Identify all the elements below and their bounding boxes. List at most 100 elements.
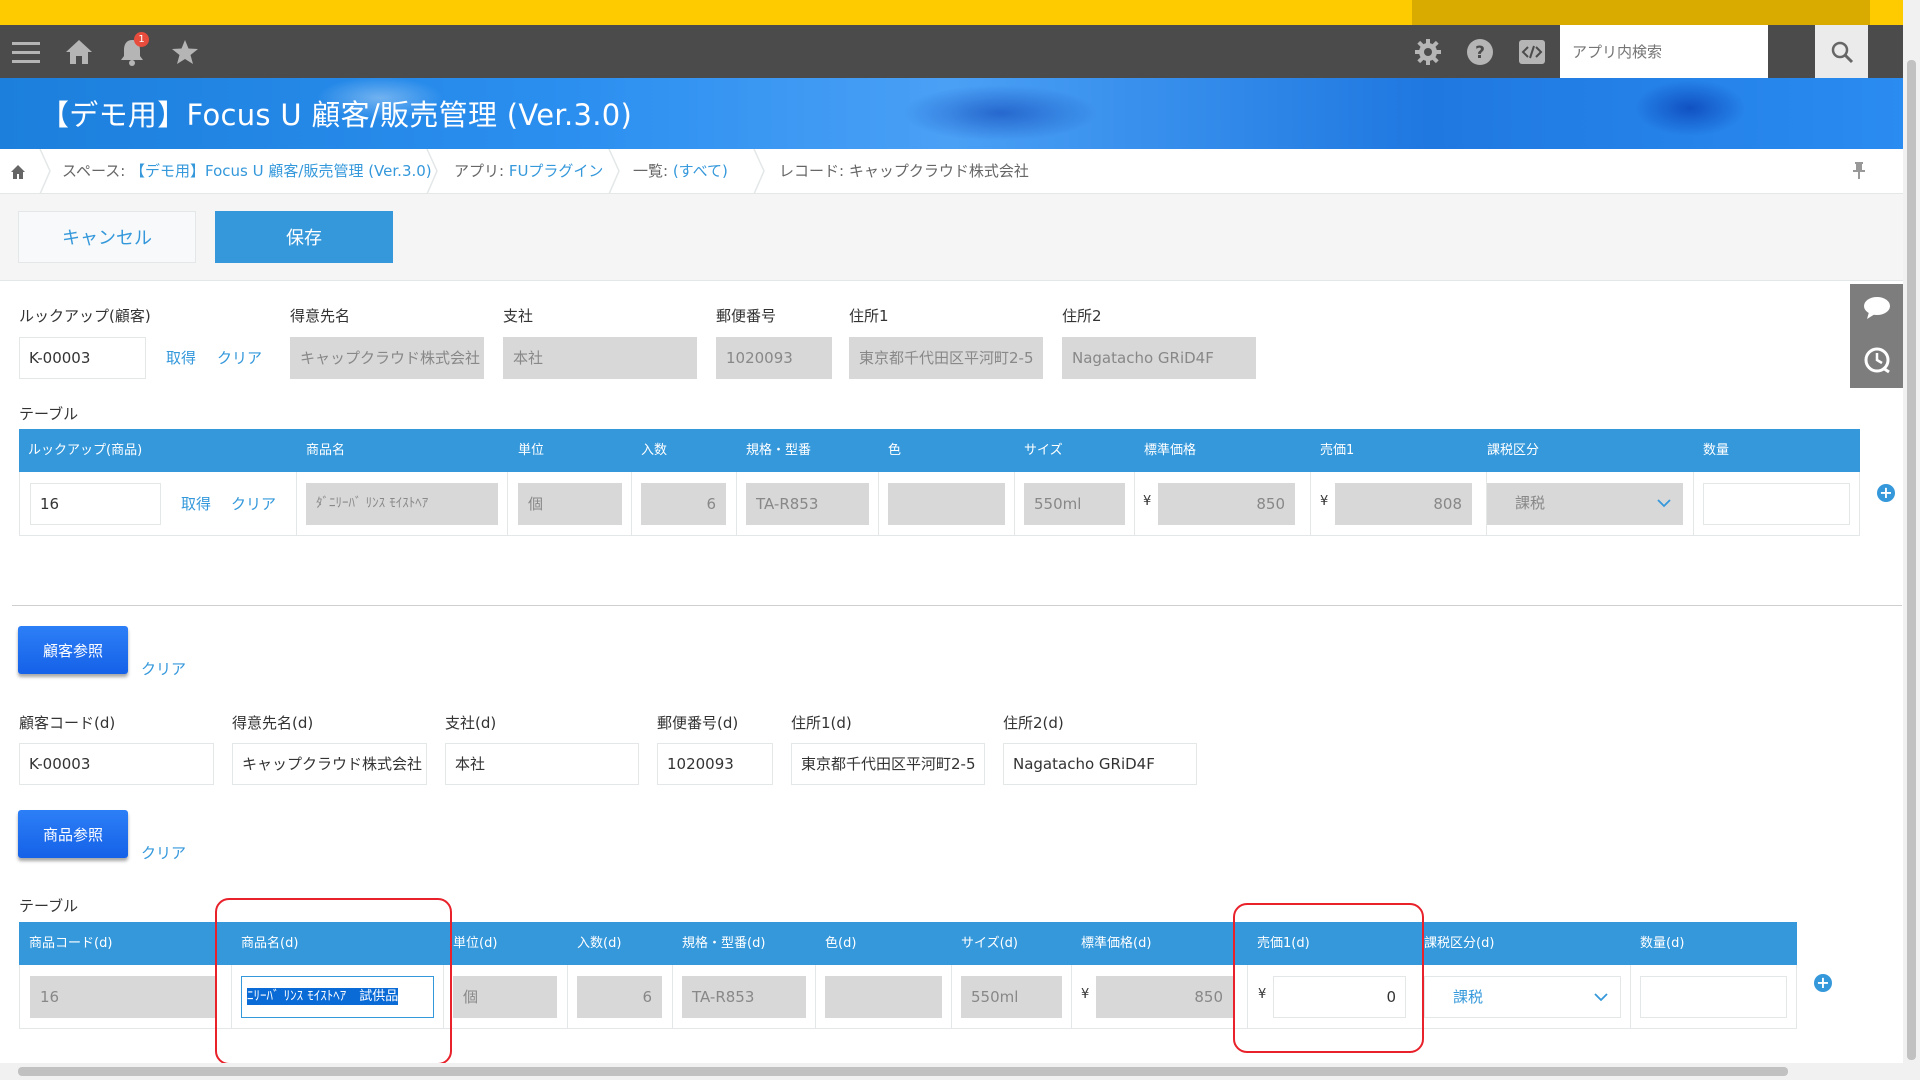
customer-reference-button[interactable]: 顧客参照 [18, 626, 128, 674]
horizontal-scrollbar-thumb[interactable] [18, 1067, 1788, 1076]
table2-col-size: サイズ(d) [961, 936, 1019, 951]
size-field: 550ml [1024, 483, 1125, 525]
search-icon[interactable] [1815, 25, 1868, 78]
std-price-currency: ¥ [1143, 494, 1152, 509]
address1-d-label: 住所1(d) [791, 714, 852, 732]
branch-d-field[interactable]: 本社 [445, 743, 639, 785]
cell-divider [443, 965, 444, 1028]
tax-d-select-value: 課税 [1453, 988, 1484, 1006]
header-user-area [1412, 0, 1870, 25]
gear-icon[interactable] [1412, 36, 1444, 68]
product-name-d-input[interactable]: ﾆﾘｰﾊﾞ ﾘﾝｽ ﾓｲｽﾄﾍｱ 試供品 [241, 976, 434, 1018]
product-lookup-clear-link[interactable]: クリア [231, 493, 276, 514]
customer-name-d-label: 得意先名(d) [232, 714, 314, 732]
cell-divider [878, 472, 879, 535]
price1-d-input[interactable]: 0 [1273, 976, 1406, 1018]
cell-divider [631, 472, 632, 535]
size-d-field: 550ml [961, 976, 1062, 1018]
table2-header: 商品コード(d) 商品名(d) 単位(d) 入数(d) 規格・型番(d) 色(d… [19, 922, 1797, 965]
breadcrumb-list-prefix: 一覧: [633, 162, 673, 180]
price1-currency: ¥ [1320, 494, 1329, 509]
pin-icon[interactable] [1853, 149, 1869, 194]
tax-d-select[interactable]: 課税 [1424, 976, 1621, 1018]
branch-field: 本社 [503, 337, 697, 379]
cancel-button[interactable]: キャンセル [18, 211, 196, 263]
table1-col-tax: 課税区分 [1487, 443, 1540, 458]
breadcrumb-app-link[interactable]: FUプラグイン [509, 162, 604, 180]
vertical-scrollbar[interactable] [1903, 0, 1920, 1080]
quantity-d-input[interactable] [1640, 976, 1787, 1018]
cell-divider [672, 965, 673, 1028]
top-header-bar [0, 0, 1920, 25]
std-price-d-currency: ¥ [1081, 987, 1090, 1002]
cell-divider [1693, 472, 1694, 535]
table1-col-unit: 単位 [518, 443, 545, 458]
chevron-down-icon [1657, 499, 1671, 508]
star-icon[interactable] [169, 36, 201, 68]
customer-name-d-field[interactable]: キャップクラウド株式会社 [232, 743, 427, 785]
cell-divider [296, 472, 297, 535]
model-field: TA-R853 [746, 483, 869, 525]
table2-col-qty-per: 入数(d) [577, 936, 622, 951]
tax-select-value: 課税 [1515, 494, 1546, 512]
help-icon[interactable]: ? [1464, 36, 1496, 68]
home-icon[interactable] [63, 36, 95, 68]
cell-divider [231, 965, 232, 1028]
app-search-input[interactable] [1560, 25, 1768, 78]
model-d-field: TA-R853 [682, 976, 806, 1018]
add-row-d-plus-icon[interactable]: + [1814, 974, 1832, 992]
breadcrumb-home-icon[interactable] [10, 149, 30, 194]
postal-code-label: 郵便番号 [716, 307, 777, 325]
breadcrumb-app: アプリ: FUプラグイン [454, 149, 603, 194]
address2-label: 住所2 [1062, 307, 1102, 325]
std-price-field: 850 [1158, 483, 1295, 525]
customer-lookup-input[interactable]: K-00003 [19, 337, 146, 379]
app-title: 【デモ用】Focus U 顧客/販売管理 (Ver.3.0) [40, 98, 633, 132]
table2-col-model: 規格・型番(d) [682, 936, 766, 951]
address1-field: 東京都千代田区平河町2-5 [849, 337, 1043, 379]
price1-field: 808 [1335, 483, 1472, 525]
bell-icon[interactable]: 1 [116, 32, 149, 68]
table2-col-tax: 課税区分(d) [1424, 936, 1495, 951]
save-button[interactable]: 保存 [215, 211, 393, 263]
comment-icon[interactable] [1863, 294, 1891, 322]
breadcrumb-list: 一覧: (すべて) [633, 149, 728, 194]
history-icon[interactable] [1863, 346, 1891, 374]
table2-col-color: 色(d) [825, 936, 857, 951]
breadcrumb-app-prefix: アプリ: [454, 162, 509, 180]
address1-d-field[interactable]: 東京都千代田区平河町2-5 [791, 743, 985, 785]
cell-divider [507, 472, 508, 535]
horizontal-scrollbar[interactable] [0, 1063, 1903, 1080]
product-code-d-field: 16 [30, 976, 216, 1018]
product-lookup-get-link[interactable]: 取得 [181, 493, 211, 514]
table2-col-code: 商品コード(d) [29, 936, 113, 951]
customer-lookup-get-link[interactable]: 取得 [166, 347, 196, 368]
std-price-d-field: 850 [1096, 976, 1233, 1018]
breadcrumb-space-link[interactable]: 【デモ用】Focus U 顧客/販売管理 (Ver.3.0) [130, 162, 432, 180]
cell-divider [1014, 472, 1015, 535]
customer-name-label: 得意先名 [290, 307, 351, 325]
product-reference-button[interactable]: 商品参照 [18, 810, 128, 858]
customer-code-d-field[interactable]: K-00003 [19, 743, 214, 785]
quantity-input[interactable] [1703, 483, 1850, 525]
unit-field: 個 [518, 483, 622, 525]
qty-per-field: 6 [641, 483, 726, 525]
record-action-bar: キャンセル 保存 [0, 194, 1903, 281]
breadcrumb-separator [753, 149, 765, 194]
add-row-plus-icon[interactable]: + [1877, 484, 1895, 502]
code-icon[interactable] [1516, 36, 1548, 68]
customer-reference-clear-link[interactable]: クリア [141, 658, 186, 679]
address2-d-field[interactable]: Nagatacho GRiD4F [1003, 743, 1197, 785]
vertical-scrollbar-thumb[interactable] [1907, 60, 1916, 1060]
product-lookup-input[interactable]: 16 [30, 483, 161, 525]
color-d-field [825, 976, 942, 1018]
product-name-field: ﾀﾞﾆﾘｰﾊﾞ ﾘﾝｽ ﾓｲｽﾄﾍｱ [306, 483, 498, 525]
postal-code-d-field[interactable]: 1020093 [657, 743, 773, 785]
customer-lookup-clear-link[interactable]: クリア [217, 347, 262, 368]
cell-divider [1134, 472, 1135, 535]
breadcrumb-list-link[interactable]: (すべて) [673, 162, 728, 180]
cell-divider [1630, 965, 1631, 1028]
product-reference-clear-link[interactable]: クリア [141, 842, 186, 863]
svg-text:?: ? [1475, 43, 1485, 63]
menu-icon[interactable] [10, 36, 42, 68]
